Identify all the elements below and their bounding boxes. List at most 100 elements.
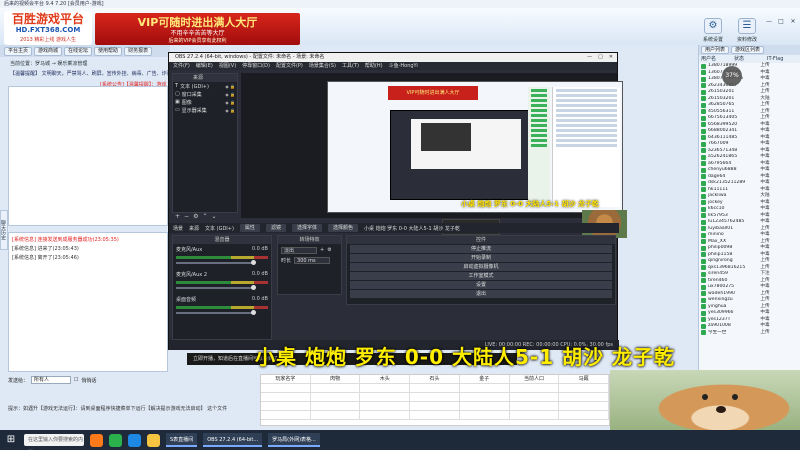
- visibility-icon[interactable]: ◉ 🔒: [225, 92, 235, 97]
- app-banner: 百胜游戏平台 HD.FXT368.COM 2013 精彩上线 游戏人生 VIP可…: [0, 8, 800, 45]
- properties-button[interactable]: 属性: [239, 224, 260, 232]
- taskbar-task[interactable]: S表直播间: [166, 433, 198, 447]
- volume-slider[interactable]: [176, 310, 256, 315]
- obs-minimize-button[interactable]: —: [587, 53, 592, 62]
- menu-tools[interactable]: 工具(T): [342, 62, 359, 70]
- preview-caption: 小桌 炮炮 罗东 0-0 大陆人5-1 胡沙 龙子乾: [461, 200, 599, 208]
- obs-preview[interactable]: VIP可随时进出满人大厅 小桌 炮炮 罗东 0-0 大陆人5-1 胡沙 龙子乾 …: [241, 73, 627, 238]
- nav-home[interactable]: 平台主页: [4, 46, 33, 56]
- menu-help[interactable]: 帮助(H): [365, 62, 383, 70]
- select-color-button[interactable]: 选择颜色: [327, 224, 358, 232]
- menu-docks[interactable]: 停靠窗口(D): [242, 62, 270, 70]
- user-row[interactable]: 今生一世 上传: [699, 330, 800, 337]
- vip-promo-banner[interactable]: VIP可随时进出满人大厅 不用辛辛苦苦等大厅 后来的VIP会员享有此权利: [95, 13, 300, 45]
- taskbar-task[interactable]: 罗马局(外网)表格...: [268, 433, 320, 447]
- taskbar: ⊞ 在这里输入你要搜索的内容 S表直播间 OBS 27.2.4 (64-bit.…: [0, 430, 800, 450]
- select-font-button[interactable]: 选择字体: [291, 224, 322, 232]
- mixer-channel: 麦克风/Aux 0.0 dB: [173, 244, 271, 269]
- firefox-icon[interactable]: [90, 433, 103, 447]
- sheet-header[interactable]: 当前人口: [510, 375, 560, 383]
- menu-account[interactable]: 斗鱼-HongYi: [389, 62, 418, 70]
- maximize-button[interactable]: □: [777, 18, 785, 26]
- start-recording-button[interactable]: 开始录制: [350, 254, 612, 262]
- sheet-header[interactable]: 石头: [410, 375, 460, 383]
- source-item[interactable]: ▭ 显示器采集 ◉ 🔒: [173, 106, 237, 114]
- sheet-header[interactable]: 马厩: [559, 375, 610, 383]
- edge-icon[interactable]: [128, 433, 141, 447]
- add-icon[interactable]: +: [175, 213, 180, 221]
- channel-name: 麦克风/Aux 2: [176, 272, 208, 278]
- system-settings-button[interactable]: ⚙ 系统设置: [700, 18, 726, 43]
- nav-help[interactable]: 使用帮助: [94, 46, 123, 56]
- user-avatar-icon: [701, 213, 706, 219]
- transition-select[interactable]: 淡出: [281, 246, 317, 254]
- chat-history-tab[interactable]: 聊天历史: [0, 210, 8, 250]
- exit-button[interactable]: 退出: [350, 290, 612, 298]
- taskbar-task[interactable]: OBS 27.2.4 (64-bit...: [203, 433, 263, 447]
- source-item[interactable]: ▢ 窗口采集 ◉ 🔒: [173, 90, 237, 98]
- user-avatar-icon: [701, 245, 706, 251]
- nav-forum[interactable]: 在线论坛: [64, 46, 93, 56]
- menu-scene-collection[interactable]: 场景集合(S): [309, 62, 336, 70]
- nav-finance[interactable]: 财务报表: [124, 46, 153, 56]
- user-avatar-icon: [701, 102, 706, 108]
- chat-pane[interactable]: [系统信息] 连接发送到成服务器成功(23:05:35) [系统信息] 进来了(…: [8, 232, 168, 372]
- col-flag[interactable]: IT-Flag: [767, 55, 800, 63]
- user-avatar-icon: [701, 271, 706, 277]
- explorer-icon[interactable]: [147, 433, 160, 447]
- filters-button[interactable]: 滤镜: [265, 224, 286, 232]
- stop-streaming-button[interactable]: 停止推流: [350, 245, 612, 253]
- visibility-icon[interactable]: ◉ 🔒: [225, 84, 235, 89]
- up-icon[interactable]: ⌃: [202, 213, 207, 221]
- channel-name: 麦克风/Aux: [176, 247, 203, 253]
- windows-start-icon[interactable]: ⊞: [4, 433, 18, 447]
- source-item[interactable]: T 文本 (GDI+) ◉ 🔒: [173, 82, 237, 90]
- user-avatar-icon: [701, 291, 706, 297]
- sheet-header[interactable]: 玩家名字: [261, 375, 311, 383]
- edit-profile-button[interactable]: ☰ 资料修改: [734, 18, 760, 43]
- message-pane[interactable]: [8, 86, 168, 226]
- settings-button[interactable]: 设置: [350, 281, 612, 289]
- sheet-header[interactable]: 金子: [460, 375, 510, 383]
- menu-file[interactable]: 文件(F): [173, 62, 190, 70]
- sheet-header[interactable]: 肉物: [311, 375, 361, 383]
- whisper-checkbox[interactable]: ☐: [74, 377, 78, 383]
- duration-input[interactable]: 300 ms: [294, 256, 331, 264]
- close-button[interactable]: ✕: [789, 18, 797, 26]
- gear-icon[interactable]: ⚙: [193, 213, 198, 221]
- nav-shop[interactable]: 游戏商城: [34, 46, 63, 56]
- sheet-header-row: 玩家名字 肉物 木头 石头 金子 当前人口 马厩: [261, 375, 610, 384]
- display-icon: ▭: [175, 107, 180, 113]
- menu-edit[interactable]: 编辑(E): [196, 62, 213, 70]
- gear-icon[interactable]: ⚙: [327, 247, 331, 253]
- tab-game-list[interactable]: 游戏区列表: [731, 46, 765, 54]
- taskbar-search[interactable]: 在这里输入你要搜索的内容: [24, 434, 84, 450]
- chrome-icon[interactable]: [109, 433, 122, 447]
- menu-view[interactable]: 视图(V): [219, 62, 236, 70]
- visibility-icon[interactable]: ◉ 🔒: [225, 108, 235, 113]
- source-name: 文本 (GDI+): [180, 83, 209, 90]
- minimize-button[interactable]: —: [765, 18, 773, 26]
- studio-mode-button[interactable]: 工作室模式: [350, 272, 612, 280]
- obs-maximize-button[interactable]: □: [598, 53, 603, 62]
- down-icon[interactable]: ⌄: [211, 213, 216, 221]
- send-target-select[interactable]: 所有人: [31, 376, 72, 384]
- volume-slider[interactable]: [176, 285, 256, 290]
- col-status[interactable]: 状态: [734, 55, 767, 63]
- remove-icon[interactable]: −: [184, 213, 189, 221]
- sheet-header[interactable]: 木头: [360, 375, 411, 383]
- tab-user-list[interactable]: 用户列表: [701, 46, 730, 54]
- virtual-camera-button[interactable]: 启动虚拟摄像机: [350, 263, 612, 271]
- volume-slider[interactable]: [176, 260, 256, 265]
- user-avatar-icon: [701, 109, 706, 115]
- sheet-row: [261, 411, 610, 420]
- visibility-icon[interactable]: ◉ 🔒: [225, 100, 235, 105]
- add-icon[interactable]: +: [320, 247, 324, 253]
- audio-mixer-dock: 混音器 麦克风/Aux 0.0 dB 麦克风/Aux 2 0.0 dB 桌面音频…: [172, 235, 272, 340]
- user-avatar-icon: [701, 323, 706, 329]
- obs-close-button[interactable]: ✕: [609, 53, 613, 62]
- spreadsheet[interactable]: 玩家名字 肉物 木头 石头 金子 当前人口 马厩: [260, 374, 610, 426]
- col-username[interactable]: 用户名: [701, 55, 734, 63]
- menu-profile[interactable]: 配置文件(P): [276, 62, 303, 70]
- source-item[interactable]: ▣ 图像 ◉ 🔒: [173, 98, 237, 106]
